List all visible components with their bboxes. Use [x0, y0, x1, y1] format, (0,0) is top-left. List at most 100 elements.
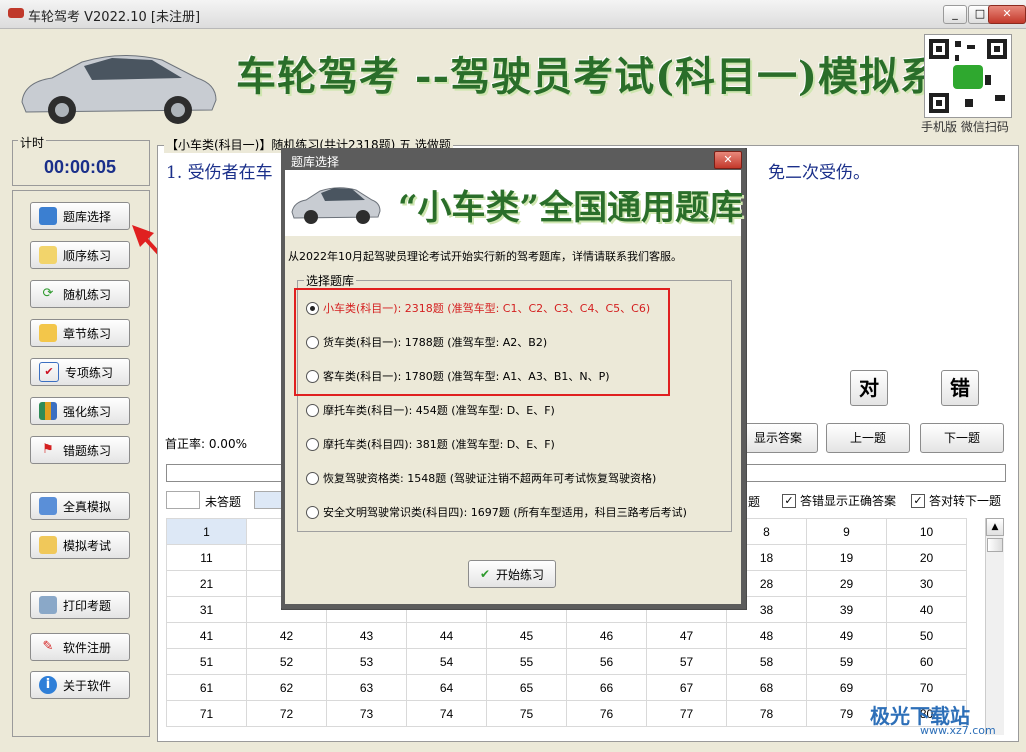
- question-number-cell[interactable]: 19: [806, 544, 887, 571]
- nav-button-about[interactable]: i 关于软件: [30, 671, 130, 699]
- app-icon: [8, 8, 24, 18]
- question-number-cell[interactable]: 75: [486, 700, 567, 727]
- question-number-cell[interactable]: 21: [166, 570, 247, 597]
- nav-button-mock-exam[interactable]: 模拟考试: [30, 531, 130, 559]
- bank-option-restore[interactable]: 恢复驾驶资格类: 1548题 (驾驶证注销不超两年可考试恢复驾驶资格): [306, 470, 656, 486]
- question-number-cell[interactable]: 45: [486, 622, 567, 649]
- start-practice-button[interactable]: ✔ 开始练习: [468, 560, 556, 588]
- question-number-cell[interactable]: 53: [326, 648, 407, 675]
- auto-next-checkbox[interactable]: ✓ 答对转下一题: [911, 492, 1001, 509]
- question-number-cell[interactable]: 46: [566, 622, 647, 649]
- bank-option-motorcycle-4[interactable]: 摩托车类(科目四): 381题 (准驾车型: D、E、F): [306, 436, 555, 452]
- question-number-cell[interactable]: 72: [246, 700, 327, 727]
- answer-false-button[interactable]: 错: [941, 370, 979, 406]
- question-number-cell[interactable]: 30: [886, 570, 967, 597]
- nav-button-chapter[interactable]: 章节练习: [30, 319, 130, 347]
- nav-button-full-simulation[interactable]: 全真模拟: [30, 492, 130, 520]
- nav-button-random[interactable]: ⟳ 随机练习: [30, 280, 130, 308]
- nav-label: 强化练习: [63, 404, 112, 419]
- question-number-cell[interactable]: 50: [886, 622, 967, 649]
- question-number-cell[interactable]: 56: [566, 648, 647, 675]
- nav-button-sequential[interactable]: 顺序练习: [30, 241, 130, 269]
- folder-icon: [39, 324, 57, 342]
- bank-option-safety[interactable]: 安全文明驾驶常识类(科目四): 1697题 (所有车型适用，科目三路考后考试): [306, 504, 687, 520]
- question-number-cell[interactable]: 10: [886, 518, 967, 545]
- question-number-cell[interactable]: 39: [806, 596, 887, 623]
- question-number-cell[interactable]: 31: [166, 596, 247, 623]
- nav-button-question-bank[interactable]: 题库选择: [30, 202, 130, 230]
- minimize-button[interactable]: _: [943, 5, 967, 24]
- question-number-cell[interactable]: 55: [486, 648, 567, 675]
- question-text: 1. 受伤者在车: [166, 163, 273, 183]
- question-number-cell[interactable]: 41: [166, 622, 247, 649]
- nav-button-topic[interactable]: ✔ 专项练习: [30, 358, 130, 386]
- info-icon: i: [39, 676, 57, 694]
- question-number-cell[interactable]: 77: [646, 700, 727, 727]
- question-number-cell[interactable]: 78: [726, 700, 807, 727]
- question-number-cell[interactable]: 9: [806, 518, 887, 545]
- question-number-cell[interactable]: 52: [246, 648, 327, 675]
- question-number-cell[interactable]: 73: [326, 700, 407, 727]
- nav-button-intensive[interactable]: 强化练习: [30, 397, 130, 425]
- scroll-up-icon[interactable]: ▲: [986, 518, 1004, 536]
- question-number-cell[interactable]: 1: [166, 518, 247, 545]
- question-number-cell[interactable]: 44: [406, 622, 487, 649]
- nav-label: 章节练习: [63, 326, 112, 341]
- qr-caption: 手机版 微信扫码: [921, 120, 1009, 134]
- question-number-cell[interactable]: 63: [326, 674, 407, 701]
- question-number-cell[interactable]: 58: [726, 648, 807, 675]
- scroll-thumb[interactable]: [987, 538, 1003, 552]
- radio-icon: [306, 403, 319, 417]
- highlight-frame: [294, 288, 670, 396]
- question-number-cell[interactable]: 47: [646, 622, 727, 649]
- nav-button-register[interactable]: ✎ 软件注册: [30, 633, 130, 661]
- grid-row: 41 42 43 44 45 46 47 48 49 50: [166, 622, 967, 649]
- question-number-cell[interactable]: 59: [806, 648, 887, 675]
- nav-label: 软件注册: [63, 640, 112, 655]
- question-number-cell[interactable]: 62: [246, 674, 327, 701]
- qr-code-image: [924, 34, 1012, 118]
- question-number-cell[interactable]: 70: [886, 674, 967, 701]
- question-number-cell[interactable]: 65: [486, 674, 567, 701]
- grid-row: 61 62 63 64 65 66 67 68 69 70: [166, 674, 967, 701]
- question-number-cell[interactable]: 42: [246, 622, 327, 649]
- timer-value: 00:00:05: [44, 157, 117, 177]
- question-text-tail: 免二次受伤。: [768, 163, 870, 183]
- question-number-cell[interactable]: 49: [806, 622, 887, 649]
- legend-partial-label: 题: [748, 495, 761, 509]
- question-number-cell[interactable]: 11: [166, 544, 247, 571]
- nav-button-mistakes[interactable]: ⚑ 错题练习: [30, 436, 130, 464]
- question-number-cell[interactable]: 20: [886, 544, 967, 571]
- question-number-cell[interactable]: 60: [886, 648, 967, 675]
- refresh-icon: ⟳: [42, 286, 54, 301]
- question-number-cell[interactable]: 51: [166, 648, 247, 675]
- question-number-cell[interactable]: 54: [406, 648, 487, 675]
- question-number-cell[interactable]: 40: [886, 596, 967, 623]
- show-answer-button[interactable]: 显示答案: [738, 423, 818, 453]
- question-number-cell[interactable]: 68: [726, 674, 807, 701]
- banner-title: 车轮驾考 --驾驶员考试(科目一)模拟系统: [236, 53, 982, 100]
- show-correct-checkbox[interactable]: ✓ 答错显示正确答案: [782, 492, 896, 509]
- question-number-cell[interactable]: 64: [406, 674, 487, 701]
- dialog-close-button[interactable]: ✕: [714, 151, 742, 169]
- question-number-cell[interactable]: 67: [646, 674, 727, 701]
- answer-true-button[interactable]: 对: [850, 370, 888, 406]
- nav-button-print[interactable]: 打印考题: [30, 591, 130, 619]
- grid-scrollbar[interactable]: ▲: [985, 518, 1004, 735]
- question-number-cell[interactable]: 61: [166, 674, 247, 701]
- question-number-cell[interactable]: 66: [566, 674, 647, 701]
- close-button[interactable]: ✕: [988, 5, 1026, 24]
- question-number-cell[interactable]: 76: [566, 700, 647, 727]
- question-number-cell[interactable]: 74: [406, 700, 487, 727]
- prev-question-button[interactable]: 上一题: [826, 423, 910, 453]
- question-number-cell[interactable]: 71: [166, 700, 247, 727]
- question-number-cell[interactable]: 48: [726, 622, 807, 649]
- next-question-button[interactable]: 下一题: [920, 423, 1004, 453]
- question-number-cell[interactable]: 43: [326, 622, 407, 649]
- question-number-cell[interactable]: 29: [806, 570, 887, 597]
- question-number-cell[interactable]: 69: [806, 674, 887, 701]
- bank-option-motorcycle-1[interactable]: 摩托车类(科目一): 454题 (准驾车型: D、E、F): [306, 402, 555, 418]
- nav-label: 顺序练习: [63, 248, 112, 263]
- timer-label: 计时: [18, 134, 47, 151]
- question-number-cell[interactable]: 57: [646, 648, 727, 675]
